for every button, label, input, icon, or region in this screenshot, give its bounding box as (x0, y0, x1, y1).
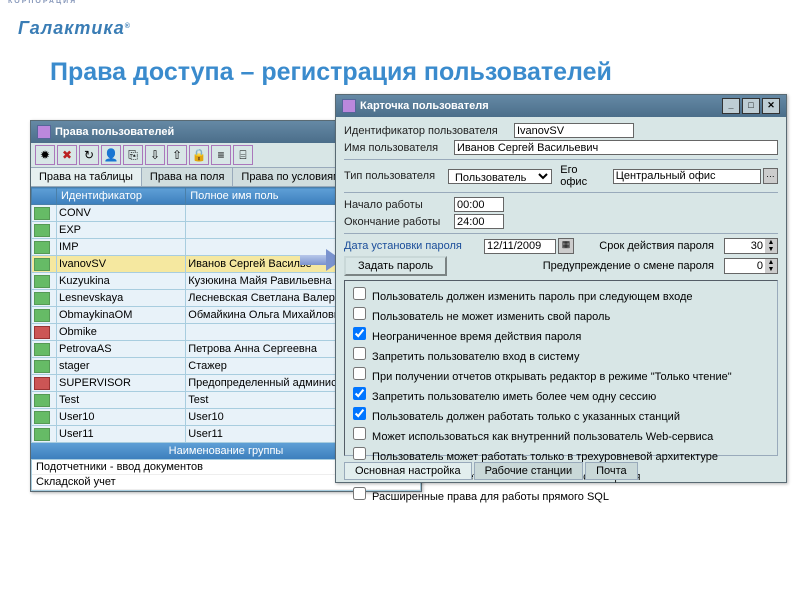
list-icon[interactable]: ≡ (211, 145, 231, 165)
minimize-button[interactable]: _ (722, 98, 740, 114)
cell-id: CONV (57, 205, 186, 222)
row-status-icon (34, 343, 50, 356)
row-status-icon (34, 224, 50, 237)
set-password-button[interactable]: Задать пароль (344, 256, 447, 276)
bottom-tab-0[interactable]: Основная настройка (344, 462, 472, 480)
office-picker-icon[interactable]: … (763, 168, 778, 184)
db-icon[interactable]: ⌸ (233, 145, 253, 165)
cell-id: Lesnevskaya (57, 290, 186, 307)
col-id-header[interactable]: Идентификатор (57, 188, 186, 205)
window-title: Карточка пользователя (360, 100, 489, 112)
label-user-id: Идентификатор пользователя (344, 125, 514, 137)
selection-arrow (300, 251, 340, 269)
checkbox[interactable] (353, 447, 366, 460)
label-pwd-date: Дата установки пароля (344, 240, 484, 252)
option-10[interactable]: Расширенные права для работы прямого SQL (349, 484, 773, 503)
option-6[interactable]: Пользователь должен работать только с ук… (349, 404, 773, 423)
export-icon[interactable]: ⇩ (145, 145, 165, 165)
option-3[interactable]: Запретить пользователю вход в систему (349, 344, 773, 363)
delete-icon[interactable]: ✖ (57, 145, 77, 165)
cell-id: Test (57, 392, 186, 409)
cell-id: SUPERVISOR (57, 375, 186, 392)
row-status-icon (34, 309, 50, 322)
option-5[interactable]: Запретить пользователю иметь более чем о… (349, 384, 773, 403)
close-button[interactable]: ✕ (762, 98, 780, 114)
options-checklist: Пользователь должен изменить пароль при … (344, 280, 778, 456)
row-status-icon (34, 207, 50, 220)
window-icon (342, 99, 356, 113)
window-title: Права пользователей (55, 126, 174, 138)
label-pwd-validity: Срок действия пароля (599, 240, 714, 252)
office-input[interactable] (613, 169, 761, 184)
option-8[interactable]: Пользователь может работать только в тре… (349, 444, 773, 463)
pwd-date-input[interactable] (484, 239, 556, 254)
cell-id: IvanovSV (57, 256, 186, 273)
option-1[interactable]: Пользователь не может изменить свой паро… (349, 304, 773, 323)
cell-id: ObmaykinaOM (57, 307, 186, 324)
refresh-icon[interactable]: ↻ (79, 145, 99, 165)
option-7[interactable]: Может использоваться как внутренний поль… (349, 424, 773, 443)
row-status-icon (34, 292, 50, 305)
window-icon (37, 125, 51, 139)
label-office: Его офис (560, 164, 605, 188)
checkbox[interactable] (353, 367, 366, 380)
row-status-icon (34, 377, 50, 390)
row-status-icon (34, 360, 50, 373)
maximize-button[interactable]: □ (742, 98, 760, 114)
row-status-icon (34, 428, 50, 441)
checkbox[interactable] (353, 307, 366, 320)
row-status-icon (34, 241, 50, 254)
label-pwd-warn: Предупреждение о смене пароля (543, 260, 714, 272)
cell-id: Obmike (57, 324, 186, 341)
label-user-name: Имя пользователя (344, 142, 454, 154)
titlebar[interactable]: Карточка пользователя _ □ ✕ (336, 95, 786, 117)
start-time-input[interactable] (454, 197, 504, 212)
bottom-tab-1[interactable]: Рабочие станции (474, 462, 584, 480)
user-icon[interactable]: 👤 (101, 145, 121, 165)
page-title: Права доступа – регистрация пользователе… (50, 58, 612, 87)
user-id-input[interactable] (514, 123, 634, 138)
calendar-icon[interactable]: ▦ (558, 238, 574, 254)
import-icon[interactable]: ⇧ (167, 145, 187, 165)
copy-icon[interactable]: ⎘ (123, 145, 143, 165)
user-card-window: Карточка пользователя _ □ ✕ Идентификато… (335, 94, 787, 483)
end-time-input[interactable] (454, 214, 504, 229)
option-4[interactable]: При получении отчетов открывать редактор… (349, 364, 773, 383)
cell-id: IMP (57, 239, 186, 256)
row-status-icon (34, 411, 50, 424)
row-status-icon (34, 275, 50, 288)
label-user-type: Тип пользователя (344, 170, 448, 182)
cell-id: EXP (57, 222, 186, 239)
pwd-validity-stepper[interactable]: ▲▼ (724, 238, 778, 254)
option-2[interactable]: Неограниченное время действия пароля (349, 324, 773, 343)
label-end-time: Окончание работы (344, 216, 454, 228)
cell-id: Kuzyukina (57, 273, 186, 290)
checkbox[interactable] (353, 387, 366, 400)
cell-id: User11 (57, 426, 186, 443)
user-type-select[interactable]: Пользователь (448, 169, 552, 184)
tab-2[interactable]: Права по условиям (233, 168, 349, 186)
checkbox[interactable] (353, 427, 366, 440)
bottom-tab-2[interactable]: Почта (585, 462, 638, 480)
user-name-input[interactable] (454, 140, 778, 155)
row-status-icon (34, 394, 50, 407)
row-status-icon (34, 258, 50, 271)
brand-logo: КОРПОРАЦИЯ Галактика® (18, 6, 130, 39)
label-start-time: Начало работы (344, 199, 454, 211)
tab-0[interactable]: Права на таблицы (31, 168, 142, 186)
tab-1[interactable]: Права на поля (142, 168, 234, 186)
checkbox[interactable] (353, 487, 366, 500)
row-status-icon (34, 326, 50, 339)
lock-icon[interactable]: 🔒 (189, 145, 209, 165)
option-0[interactable]: Пользователь должен изменить пароль при … (349, 284, 773, 303)
checkbox[interactable] (353, 287, 366, 300)
checkbox[interactable] (353, 347, 366, 360)
checkbox[interactable] (353, 327, 366, 340)
cell-id: stager (57, 358, 186, 375)
cell-id: PetrovaAS (57, 341, 186, 358)
new-icon[interactable]: ✹ (35, 145, 55, 165)
checkbox[interactable] (353, 407, 366, 420)
cell-id: User10 (57, 409, 186, 426)
pwd-warn-stepper[interactable]: ▲▼ (724, 258, 778, 274)
